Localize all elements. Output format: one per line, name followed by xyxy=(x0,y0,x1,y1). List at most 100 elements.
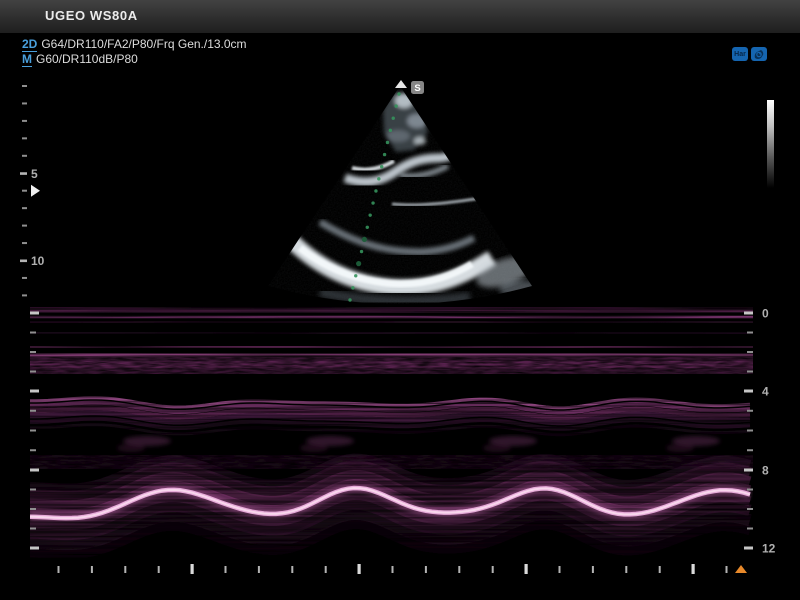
septum-band xyxy=(30,398,750,435)
mmode-depth-tick-major xyxy=(30,390,39,393)
mmode-depth-tick-major xyxy=(30,547,39,550)
mmode-depth-tick xyxy=(30,430,36,432)
mmode-depth-tick xyxy=(30,351,36,353)
time-tick xyxy=(291,566,293,573)
time-tick xyxy=(492,566,494,573)
mmode-depth-tick xyxy=(30,528,36,530)
time-tick-major xyxy=(191,564,194,574)
near-field-echoes xyxy=(383,92,453,152)
scan-display: S 510 0 4 8 12 xyxy=(0,0,800,600)
time-tick xyxy=(458,566,460,573)
mmode-depth-tick xyxy=(30,508,36,510)
mmode-depth-tick xyxy=(747,508,753,510)
time-tick xyxy=(592,566,594,573)
time-tick xyxy=(726,566,728,573)
mmode-depth-tick xyxy=(30,332,36,334)
mmode-depth-tick xyxy=(747,430,753,432)
time-tick-major xyxy=(692,564,695,574)
mmode-depth-label: 4 xyxy=(762,385,769,399)
2d-ruler-tick xyxy=(22,137,27,139)
chordae-echo xyxy=(117,444,145,452)
cursor-dot xyxy=(348,298,351,301)
mmode-depth-tick-major xyxy=(744,312,753,315)
mmode-depth-tick xyxy=(747,332,753,334)
time-tick-major xyxy=(358,564,361,574)
mmode-depth-tick-major xyxy=(30,469,39,472)
posterior-wall-band xyxy=(30,458,750,554)
cursor-dot xyxy=(380,165,383,168)
2d-ruler-tick xyxy=(22,190,27,192)
sweep-position-marker xyxy=(735,565,747,573)
chordae-echo xyxy=(666,444,694,452)
time-tick xyxy=(425,566,427,573)
2d-ruler-tick xyxy=(20,172,27,175)
orientation-badge: S xyxy=(411,81,424,94)
time-tick xyxy=(58,566,60,573)
cursor-dot xyxy=(397,92,400,95)
time-tick xyxy=(91,566,93,573)
cursor-dot xyxy=(362,237,367,242)
chordae-echo xyxy=(483,444,511,452)
2d-ruler-label: 10 xyxy=(31,254,45,268)
focus-marker xyxy=(31,185,40,197)
cursor-dot xyxy=(371,201,374,204)
time-tick xyxy=(225,566,227,573)
cursor-dot xyxy=(356,261,361,266)
cursor-dot xyxy=(383,153,386,156)
cursor-dot xyxy=(360,250,363,253)
2d-ruler-tick xyxy=(22,242,27,244)
mmode-depth-label: 12 xyxy=(762,542,776,556)
2d-ruler-tick xyxy=(22,225,27,227)
mmode-depth-tick xyxy=(30,410,36,412)
cursor-dot xyxy=(366,226,369,229)
mmode-depth-label: 0 xyxy=(762,307,769,321)
mmode-depth-tick xyxy=(747,449,753,451)
orientation-badge-label: S xyxy=(414,83,420,94)
cursor-dot xyxy=(377,177,380,180)
mmode-depth-tick xyxy=(30,449,36,451)
chordae-echo xyxy=(300,444,328,452)
mmode-depth-tick xyxy=(747,351,753,353)
time-tick xyxy=(559,566,561,573)
mmode-depth-tick xyxy=(747,371,753,373)
mmode-depth-tick-major xyxy=(744,469,753,472)
mmode-depth-tick xyxy=(747,489,753,491)
grayscale-bar xyxy=(767,100,774,188)
mmode-depth-tick-major xyxy=(744,547,753,550)
time-tick xyxy=(392,566,394,573)
2d-ruler-tick xyxy=(22,155,27,157)
2d-ruler-tick xyxy=(22,207,27,209)
2d-ruler-tick xyxy=(22,277,27,279)
2d-ruler-tick xyxy=(22,120,27,122)
time-tick xyxy=(258,566,260,573)
time-tick xyxy=(625,566,627,573)
cursor-dot xyxy=(354,274,357,277)
cursor-dot xyxy=(386,141,389,144)
cursor-dot xyxy=(392,117,395,120)
mmode-depth-tick xyxy=(30,371,36,373)
mmode-depth-tick xyxy=(747,410,753,412)
mmode-depth-tick xyxy=(747,528,753,530)
cursor-dot xyxy=(368,213,371,216)
2d-depth-ruler: 510 xyxy=(20,85,45,296)
2d-echo-image: S xyxy=(250,80,550,322)
2d-ruler-tick xyxy=(22,294,27,296)
2d-ruler-tick xyxy=(20,260,27,263)
mmode-trace-image xyxy=(30,307,753,554)
mmode-depth-tick-major xyxy=(744,390,753,393)
cursor-dot xyxy=(394,104,397,107)
chordae-echoes xyxy=(117,436,720,452)
cursor-dot xyxy=(351,286,354,289)
cursor-dot xyxy=(389,129,392,132)
chest-wall-lines xyxy=(30,307,753,355)
time-tick xyxy=(158,566,160,573)
2d-ruler-tick xyxy=(22,102,27,104)
2d-ruler-tick xyxy=(22,85,27,87)
time-tick xyxy=(659,566,661,573)
time-tick xyxy=(124,566,126,573)
time-tick xyxy=(325,566,327,573)
mmode-time-scale xyxy=(58,564,728,574)
mmode-depth-tick xyxy=(30,489,36,491)
mmode-depth-tick-major xyxy=(30,312,39,315)
mmode-depth-label: 8 xyxy=(762,464,769,478)
